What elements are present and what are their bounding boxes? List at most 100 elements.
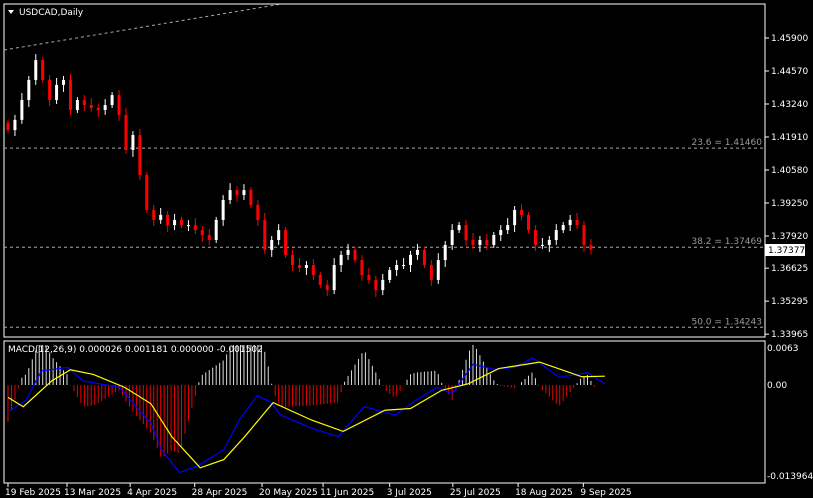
candle-body — [110, 95, 114, 105]
candle-body — [62, 79, 66, 85]
candle-body — [166, 214, 170, 226]
price-tick-label: 1.37920 — [771, 232, 808, 242]
candle-body — [520, 209, 524, 215]
price-tick-label: 1.40580 — [771, 166, 808, 176]
price-tick-label: 1.36625 — [771, 264, 808, 274]
candle-body — [193, 225, 197, 231]
candle-body — [457, 225, 461, 231]
candle-body — [422, 249, 426, 266]
price-tick-label: 1.33965 — [771, 330, 808, 340]
candle-body — [89, 104, 93, 108]
date-tick-label: 28 Apr 2025 — [192, 488, 248, 498]
candle-body — [485, 239, 489, 245]
current-price: 1.37377 — [768, 246, 805, 256]
candle-body — [96, 107, 100, 110]
date-axis: 19 Feb 2025 13 Mar 2025 4 Apr 2025 28 Apr 2… — [5, 483, 632, 498]
candle-body — [249, 190, 253, 205]
candle-body — [6, 122, 10, 131]
candle-body — [540, 244, 544, 246]
candle-body — [582, 225, 586, 245]
candle-body — [284, 230, 288, 255]
price-tick-label: 1.39250 — [771, 199, 808, 209]
candle-body — [318, 274, 322, 285]
candle-body — [270, 239, 274, 250]
candle-body — [381, 279, 385, 291]
date-tick-label: 25 Jul 2025 — [450, 488, 501, 498]
candle-body — [55, 84, 59, 101]
date-tick-label: 13 Mar 2025 — [64, 488, 121, 498]
candle-body — [173, 219, 177, 226]
candle-body — [186, 225, 190, 227]
candle-body — [561, 225, 565, 231]
candle-body — [27, 79, 31, 101]
candle-body — [145, 174, 149, 210]
candle-body — [575, 219, 579, 226]
candle-body — [13, 119, 17, 131]
macd-tick-label: -0.013964 — [767, 472, 813, 482]
price-tick-label: 1.43240 — [771, 100, 808, 110]
candle-body — [291, 254, 295, 266]
macd-tick-label: 0.0063 — [767, 344, 799, 354]
candle-body — [214, 219, 218, 240]
candle-body — [436, 260, 440, 280]
candle-body — [415, 249, 419, 255]
candle-body — [353, 249, 357, 261]
fib-label: 38.2 = 1.37469 — [691, 237, 762, 247]
candle-body — [499, 230, 503, 236]
candle-body — [506, 225, 510, 231]
candle-body — [388, 270, 392, 280]
candle-body — [235, 190, 239, 196]
candle-body — [464, 225, 468, 240]
candle-body — [478, 239, 482, 245]
candle-body — [395, 265, 399, 271]
candle-body — [589, 244, 593, 250]
candle-body — [20, 100, 24, 120]
candle-body — [221, 200, 225, 220]
chart-canvas[interactable]: 23.6 = 1.41460 38.2 = 1.37469 50.0 = 1.342… — [0, 0, 813, 498]
candle-body — [429, 265, 433, 280]
candle-body — [277, 230, 281, 240]
date-tick-label: 20 May 2025 — [259, 488, 318, 498]
date-tick-label: 18 Aug 2025 — [515, 488, 573, 498]
candle-body — [82, 100, 86, 105]
candle-body — [471, 239, 475, 245]
candle-body — [360, 260, 364, 275]
date-tick-label: 4 Apr 2025 — [127, 488, 177, 498]
candle-body — [152, 209, 156, 220]
candle-body — [554, 230, 558, 240]
fib-label: 23.6 = 1.41460 — [691, 138, 762, 148]
price-axis: 1.45900 1.44570 1.43240 1.41910 1.40580 1.392… — [765, 34, 808, 340]
candle-body — [374, 279, 378, 291]
candle-body — [159, 214, 163, 220]
macd-axis: 0.0063 0.00 -0.013964 — [767, 344, 813, 482]
candle-body — [339, 254, 343, 266]
price-tick-label: 1.41910 — [771, 133, 808, 143]
candle-body — [117, 95, 121, 115]
candle-body — [131, 135, 135, 150]
date-tick-label: 19 Feb 2025 — [5, 488, 61, 498]
candle-body — [242, 190, 246, 196]
main-panel[interactable] — [3, 3, 766, 338]
candle-body — [34, 60, 38, 80]
fib-label: 50.0 = 1.34243 — [691, 317, 762, 327]
candle-body — [200, 230, 204, 236]
macd-tick-label: 0.00 — [767, 381, 787, 391]
candle-body — [527, 214, 530, 231]
candle-body — [450, 230, 454, 245]
chart-title: USDCAD,Daily — [19, 8, 84, 18]
candle-body — [207, 235, 211, 240]
price-tick-label: 1.35295 — [771, 297, 808, 307]
candle-body — [41, 60, 45, 80]
candle-body — [180, 219, 183, 226]
candle-body — [48, 79, 52, 101]
candle-body — [138, 135, 142, 175]
candle-body — [304, 265, 308, 269]
price-tick-label: 1.44570 — [771, 67, 808, 77]
candle-body — [409, 254, 413, 266]
date-tick-label: 3 Jul 2025 — [387, 488, 432, 498]
candle-body — [263, 219, 267, 250]
macd-label: MACD(12,26,9) 0.000026 0.001181 0.000000… — [8, 345, 263, 355]
candle-body — [402, 265, 406, 267]
candle-body — [492, 235, 496, 245]
candle-body — [533, 230, 537, 245]
